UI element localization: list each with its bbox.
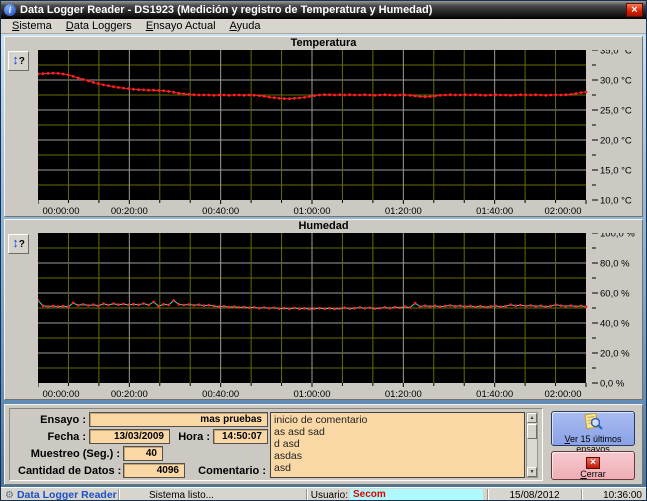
menu-ayuda[interactable]: Ayuda bbox=[223, 20, 268, 32]
svg-text:00:20:00: 00:20:00 bbox=[111, 389, 148, 399]
svg-text:01:00:00: 01:00:00 bbox=[294, 389, 331, 399]
fecha-label: Fecha : bbox=[18, 431, 86, 443]
document-magnifier-icon bbox=[582, 413, 604, 431]
muestreo-field[interactable]: 40 bbox=[123, 446, 163, 461]
usuario-value: Secom bbox=[350, 489, 483, 501]
fecha-field[interactable]: 13/03/2009 bbox=[89, 429, 170, 444]
temperature-scale-help-button[interactable]: ↕? bbox=[8, 51, 29, 71]
svg-text:00:40:00: 00:40:00 bbox=[202, 206, 239, 216]
svg-text:02:00:00: 02:00:00 bbox=[545, 389, 582, 399]
ver-ultimos-ensayos-button[interactable]: Ver 15 últimos ensayos bbox=[551, 411, 635, 446]
status-message: Sistema listo... bbox=[119, 489, 307, 501]
cantidad-datos-field[interactable]: 4096 bbox=[123, 463, 185, 478]
svg-text:00:40:00: 00:40:00 bbox=[202, 389, 239, 399]
svg-text:15,0 °C: 15,0 °C bbox=[600, 166, 632, 177]
svg-text:01:00:00: 01:00:00 bbox=[294, 206, 331, 216]
svg-text:100,0 %: 100,0 % bbox=[600, 233, 635, 240]
temperature-chart[interactable]: 35,0 °C 30,0 °C 25,0 °C 20,0 °C 15,0 °C 10,0 … bbox=[38, 50, 642, 216]
app-window: i Data Logger Reader - DS1923 (Medición … bbox=[0, 0, 647, 501]
gear-icon: ⚙ bbox=[5, 490, 14, 501]
status-date: 15/08/2012 bbox=[488, 489, 582, 501]
temperature-chart-title: Temperatura bbox=[5, 37, 642, 50]
scrollbar-thumb[interactable] bbox=[527, 424, 537, 439]
window-title: Data Logger Reader - DS1923 (Medición y … bbox=[20, 4, 626, 16]
svg-text:01:20:00: 01:20:00 bbox=[385, 389, 422, 399]
svg-text:00:20:00: 00:20:00 bbox=[111, 206, 148, 216]
svg-text:20,0 %: 20,0 % bbox=[600, 349, 630, 360]
comentario-scrollbar[interactable]: ▲ ▼ bbox=[526, 412, 538, 478]
svg-text:25,0 °C: 25,0 °C bbox=[600, 106, 632, 117]
app-icon: i bbox=[4, 4, 16, 16]
title-bar: i Data Logger Reader - DS1923 (Medición … bbox=[1, 1, 646, 19]
svg-text:01:40:00: 01:40:00 bbox=[476, 206, 513, 216]
cerrar-button[interactable]: × Cerrar bbox=[551, 451, 635, 480]
humidity-chart-title: Humedad bbox=[5, 220, 642, 233]
ensayo-field[interactable]: mas pruebas bbox=[89, 412, 268, 427]
menu-sistema[interactable]: Sistema bbox=[5, 20, 59, 32]
svg-text:10,0 °C: 10,0 °C bbox=[600, 196, 632, 207]
svg-text:02:00:00: 02:00:00 bbox=[545, 206, 582, 216]
close-icon[interactable]: × bbox=[626, 3, 643, 17]
ensayo-fields-box: Ensayo : mas pruebas Fecha : 13/03/2009 … bbox=[9, 408, 543, 481]
svg-text:0,0 %: 0,0 % bbox=[600, 379, 625, 390]
comentario-textarea[interactable]: inicio de comentario as asd sad d asd as… bbox=[270, 412, 525, 478]
status-time: 10:36:00 bbox=[582, 489, 646, 501]
humidity-chart[interactable]: 100,0 % 80,0 % 60,0 % 40,0 % 20,0 % 0,0 % 00:0… bbox=[38, 233, 642, 399]
menu-data-loggers[interactable]: Data Loggers bbox=[59, 20, 139, 32]
svg-text:60,0 %: 60,0 % bbox=[600, 289, 630, 300]
hora-label: Hora : bbox=[172, 431, 210, 443]
svg-text:80,0 %: 80,0 % bbox=[600, 259, 630, 270]
scroll-up-icon[interactable]: ▲ bbox=[527, 413, 537, 423]
menu-bar: Sistema Data Loggers Ensayo Actual Ayuda bbox=[1, 19, 646, 34]
svg-text:20,0 °C: 20,0 °C bbox=[600, 136, 632, 147]
muestreo-label: Muestreo (Seg.) : bbox=[18, 448, 120, 460]
humidity-panel: Humedad ↕? 100,0 % 80,0 % 60,0 % 40,0 % 20,0… bbox=[4, 219, 643, 400]
comentario-label: Comentario : bbox=[180, 465, 266, 477]
question-icon: ? bbox=[19, 56, 25, 67]
svg-text:30,0 °C: 30,0 °C bbox=[600, 76, 632, 87]
hora-field[interactable]: 14:50:07 bbox=[213, 429, 268, 444]
svg-text:40,0 %: 40,0 % bbox=[600, 319, 630, 330]
close-x-icon: × bbox=[586, 457, 600, 469]
temperature-panel: Temperatura ↕? 35,0 °C 30,0 °C 25,0 °C 20,0… bbox=[4, 36, 643, 217]
svg-text:00:00:00: 00:00:00 bbox=[43, 206, 80, 216]
cantidad-datos-label: Cantidad de Datos : bbox=[18, 465, 120, 477]
menu-ensayo-actual[interactable]: Ensayo Actual bbox=[139, 20, 223, 32]
ensayo-details-panel: Ensayo : mas pruebas Fecha : 13/03/2009 … bbox=[4, 404, 643, 485]
svg-text:35,0 °C: 35,0 °C bbox=[600, 50, 632, 57]
svg-text:01:20:00: 01:20:00 bbox=[385, 206, 422, 216]
svg-text:00:00:00: 00:00:00 bbox=[43, 389, 80, 399]
question-icon: ? bbox=[19, 239, 25, 250]
usuario-label: Usuario: bbox=[311, 490, 348, 501]
ensayo-label: Ensayo : bbox=[18, 414, 86, 426]
humidity-scale-help-button[interactable]: ↕? bbox=[8, 234, 29, 254]
status-bar: ⚙ Data Logger Reader Sistema listo... Us… bbox=[1, 487, 646, 501]
cerrar-label: Cerrar bbox=[552, 469, 634, 479]
svg-text:01:40:00: 01:40:00 bbox=[476, 389, 513, 399]
scroll-down-icon[interactable]: ▼ bbox=[527, 467, 537, 477]
statusbar-app-name: Data Logger Reader bbox=[17, 489, 117, 501]
client-area: Temperatura ↕? 35,0 °C 30,0 °C 25,0 °C 20,0… bbox=[1, 34, 646, 487]
